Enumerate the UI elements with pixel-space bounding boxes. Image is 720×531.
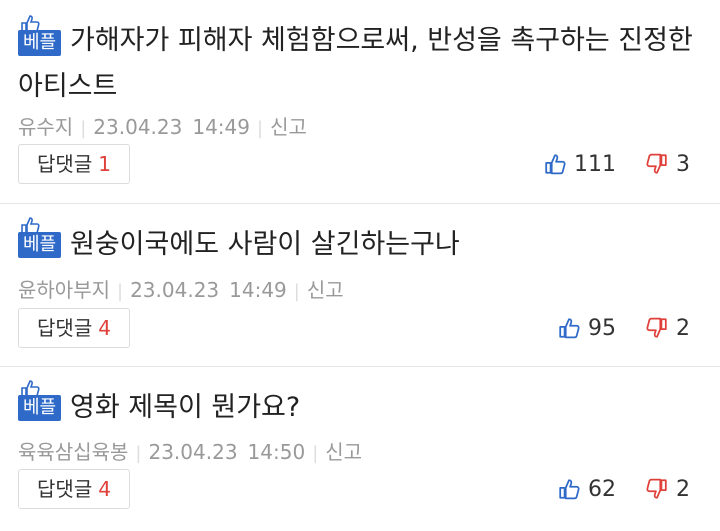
divider: | [135, 443, 142, 464]
comment-text: 원숭이국에도 사람이 살긴하는구나 [70, 229, 460, 260]
vote-group: 62 2 [558, 469, 690, 509]
comment-time: 14:50 [247, 440, 306, 464]
comment-date: 23.04.23 [148, 440, 238, 464]
comment-meta: 유수지 | 23.04.23 14:49 | 신고 [18, 111, 307, 140]
reply-button[interactable]: 답댓글 4 [18, 308, 130, 348]
dislike-button[interactable]: 3 [646, 152, 690, 177]
reply-button[interactable]: 답댓글 1 [18, 144, 130, 184]
comment-text: 가해자가 피해자 체험함으로써, 반성을 촉구하는 진정한 아티스트 [18, 25, 693, 102]
dislike-count: 2 [676, 315, 690, 341]
thumbs-up-outline-icon [559, 479, 580, 500]
vote-group: 95 2 [558, 308, 690, 348]
reply-count: 1 [98, 152, 111, 176]
comment-meta: 육육삼십육봉 | 23.04.23 14:50 | 신고 [18, 436, 362, 465]
thumbs-up-outline-icon [559, 318, 580, 339]
report-link[interactable]: 신고 [270, 115, 307, 139]
like-count: 62 [588, 476, 616, 502]
thumbs-down-outline-icon [646, 317, 667, 338]
reply-label: 답댓글 [37, 316, 93, 340]
reply-count: 4 [98, 316, 111, 340]
comment-date: 23.04.23 [93, 115, 183, 139]
comment-time: 14:49 [229, 278, 287, 302]
report-link[interactable]: 신고 [307, 278, 344, 302]
reply-button[interactable]: 답댓글 4 [18, 469, 130, 509]
thumbs-down-outline-icon [646, 153, 667, 174]
reply-label: 답댓글 [37, 477, 93, 501]
like-button[interactable]: 111 [544, 152, 616, 177]
author-name[interactable]: 윤하아부지 [18, 278, 110, 302]
dislike-count: 3 [676, 151, 690, 177]
comment-meta: 윤하아부지 | 23.04.23 14:49 | 신고 [18, 274, 344, 303]
divider: | [293, 281, 300, 302]
divider: | [80, 118, 87, 139]
comment-item: 베플 가해자가 피해자 체험함으로써, 반성을 촉구하는 진정한 아티스트 유수… [0, 0, 720, 204]
divider: | [117, 281, 124, 302]
vote-group: 111 3 [544, 144, 690, 184]
author-name[interactable]: 유수지 [18, 115, 73, 139]
dislike-button[interactable]: 2 [646, 316, 690, 341]
like-button[interactable]: 62 [558, 477, 616, 502]
comment-item: 베플 원숭이국에도 사람이 살긴하는구나 윤하아부지 | 23.04.23 14:49… [0, 204, 720, 367]
thumbs-up-outline-icon [545, 154, 566, 175]
comment-item: 베플 영화 제목이 뭔가요? 육육삼십육봉 | 23.04.23 14:50 | 신고 답… [0, 367, 720, 531]
divider: | [256, 118, 264, 139]
report-link[interactable]: 신고 [325, 440, 362, 464]
dislike-count: 2 [676, 476, 690, 502]
thumbs-down-outline-icon [646, 478, 667, 499]
comment-text: 영화 제목이 뭔가요? [70, 392, 301, 423]
author-name[interactable]: 육육삼십육봉 [18, 440, 128, 464]
like-count: 95 [588, 315, 616, 341]
divider: | [312, 443, 319, 464]
like-count: 111 [574, 151, 616, 177]
comment-date: 23.04.23 [130, 278, 220, 302]
dislike-button[interactable]: 2 [646, 477, 690, 502]
comment-time: 14:49 [192, 115, 250, 139]
reply-count: 4 [98, 477, 111, 501]
like-button[interactable]: 95 [558, 316, 616, 341]
reply-label: 답댓글 [37, 152, 93, 176]
